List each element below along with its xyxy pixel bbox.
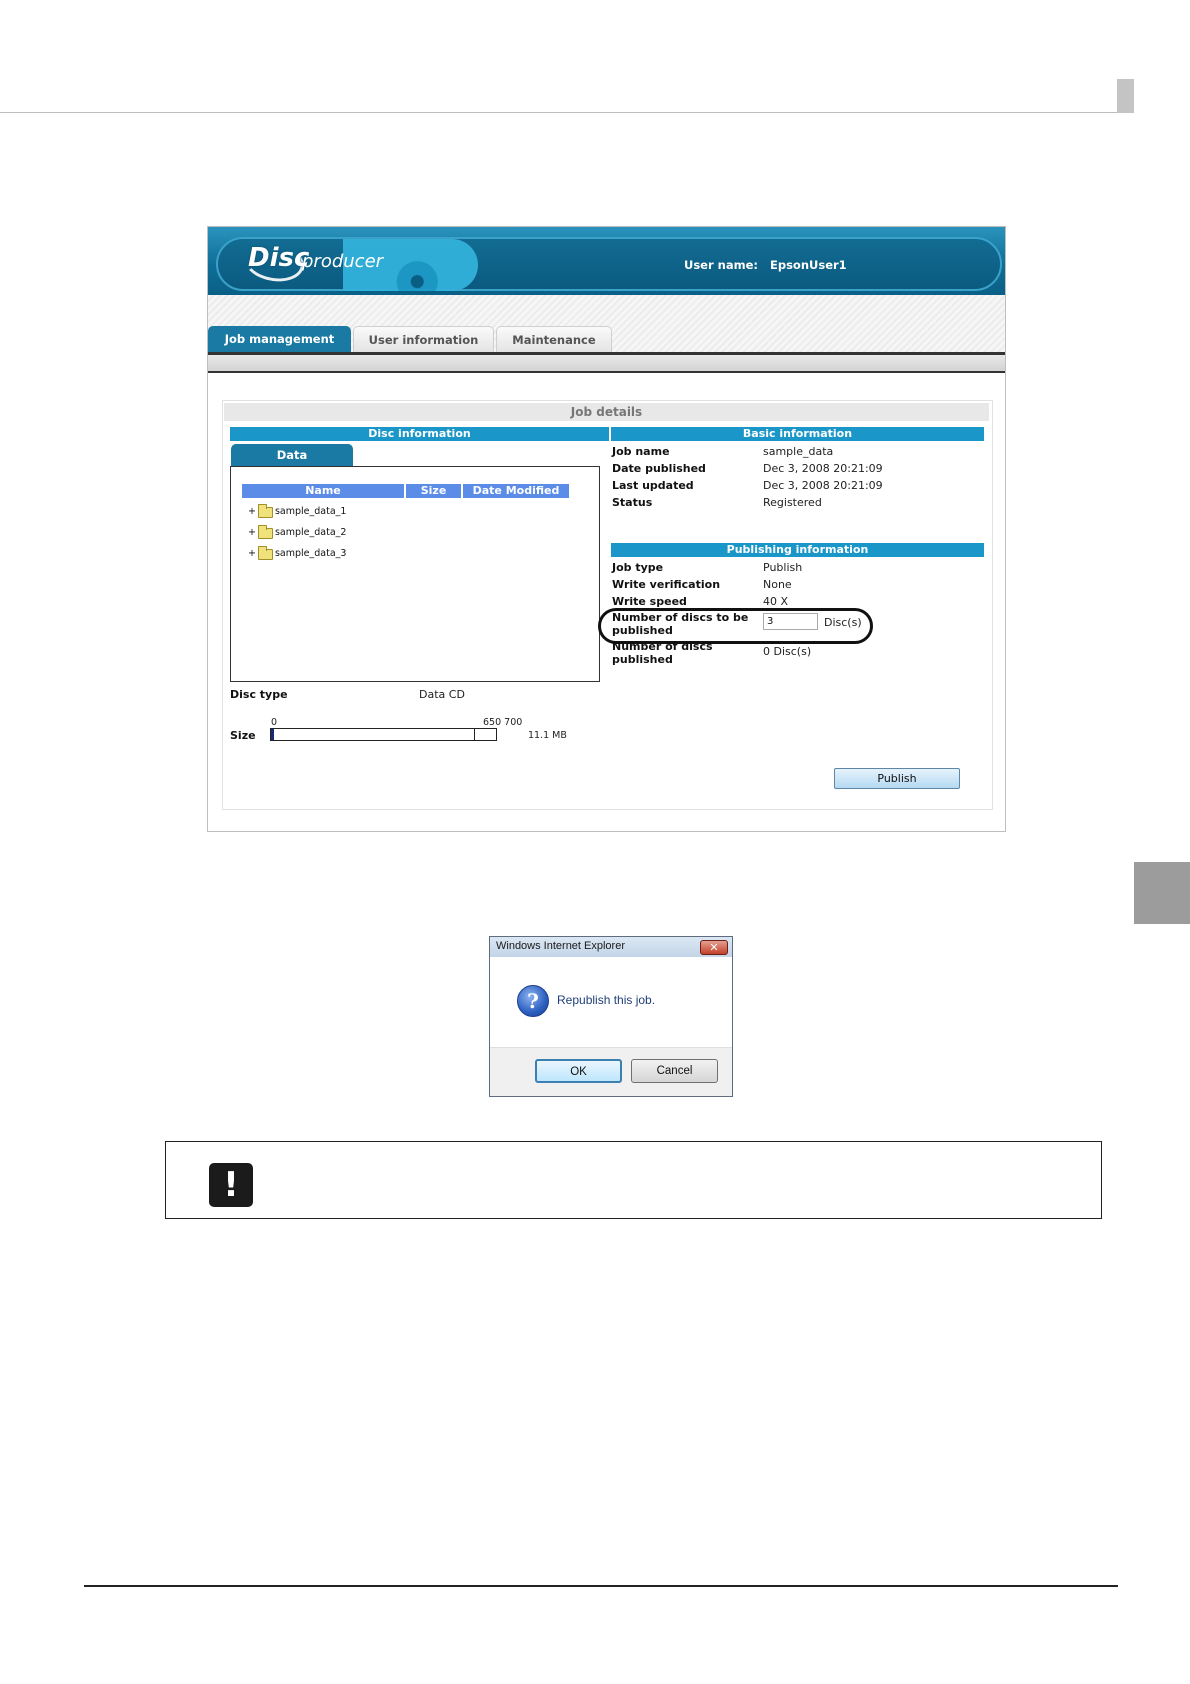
expand-icon[interactable]: + bbox=[248, 526, 256, 540]
folder-icon bbox=[257, 545, 273, 560]
job-type-value: Publish bbox=[763, 561, 803, 574]
file-name: sample_data_3 bbox=[274, 548, 347, 559]
expand-icon[interactable]: + bbox=[248, 547, 256, 561]
dialog-title: Windows Internet Explorer bbox=[496, 940, 625, 952]
chapter-side-tab bbox=[1134, 862, 1190, 924]
write-verification-label: Write verification bbox=[612, 578, 721, 591]
user-name-label: User name: bbox=[684, 258, 758, 272]
status-label: Status bbox=[612, 496, 653, 509]
tab-job-management[interactable]: Job management bbox=[208, 326, 351, 352]
column-header-name[interactable]: Name bbox=[242, 484, 404, 498]
status-value: Registered bbox=[763, 496, 822, 509]
app-banner: Disc producer User name: EpsonUser1 bbox=[208, 227, 1005, 295]
folder-icon bbox=[257, 503, 273, 518]
basic-information-header: Basic information bbox=[611, 427, 984, 441]
column-header-date-modified[interactable]: Date Modified bbox=[463, 484, 569, 498]
column-header-size[interactable]: Size bbox=[406, 484, 461, 498]
size-scale-end: 650 700 bbox=[483, 717, 523, 728]
list-item[interactable]: + sample_data_1 bbox=[248, 503, 347, 519]
date-published-value: Dec 3, 2008 20:21:09 bbox=[763, 462, 883, 475]
job-type-label: Job type bbox=[612, 561, 664, 574]
capacity-marker bbox=[474, 728, 475, 741]
list-item[interactable]: + sample_data_3 bbox=[248, 545, 347, 561]
disc-type-value: Data CD bbox=[419, 688, 465, 701]
caution-icon: ! bbox=[209, 1163, 253, 1207]
close-icon[interactable]: ✕ bbox=[700, 940, 728, 955]
caution-note-box bbox=[165, 1141, 1102, 1219]
publishing-information-header: Publishing information bbox=[611, 543, 984, 557]
write-verification-value: None bbox=[763, 578, 792, 591]
footer-rule bbox=[84, 1585, 1118, 1587]
folder-icon bbox=[257, 524, 273, 539]
tab-data[interactable]: Data bbox=[231, 444, 353, 466]
last-updated-value: Dec 3, 2008 20:21:09 bbox=[763, 479, 883, 492]
user-name-value: EpsonUser1 bbox=[770, 258, 847, 272]
confirm-dialog: Windows Internet Explorer ✕ ? Republish … bbox=[489, 936, 733, 1097]
list-item[interactable]: + sample_data_2 bbox=[248, 524, 347, 540]
write-speed-label: Write speed bbox=[612, 595, 687, 608]
job-details-title: Job details bbox=[224, 403, 989, 421]
size-label: Size bbox=[230, 729, 256, 742]
disc-size-meter bbox=[270, 728, 497, 741]
file-list-box bbox=[230, 466, 600, 682]
header-rule bbox=[0, 112, 1133, 113]
disc-information-header: Disc information bbox=[230, 427, 609, 441]
expand-icon[interactable]: + bbox=[248, 505, 256, 519]
dialog-message: Republish this job. bbox=[557, 993, 656, 1007]
publish-button[interactable]: Publish bbox=[834, 768, 960, 789]
ok-button[interactable]: OK bbox=[535, 1059, 622, 1083]
discs-to-publish-input[interactable]: 3 bbox=[763, 613, 818, 630]
discs-to-publish-label-line1: Number of discs to be bbox=[612, 611, 749, 624]
size-value: 11.1 MB bbox=[528, 730, 567, 741]
disc-producer-window: Disc producer User name: EpsonUser1 Job … bbox=[207, 226, 1006, 832]
tab-maintenance[interactable]: Maintenance bbox=[496, 326, 612, 352]
logo-disc-text: Disc bbox=[248, 243, 310, 273]
last-updated-label: Last updated bbox=[612, 479, 694, 492]
date-published-label: Date published bbox=[612, 462, 706, 475]
cancel-button[interactable]: Cancel bbox=[631, 1059, 718, 1083]
sub-nav-strip bbox=[208, 355, 1005, 373]
discs-published-label-line1: Number of discs bbox=[612, 640, 713, 653]
discs-to-publish-label-line2: published bbox=[612, 624, 673, 637]
job-name-value: sample_data bbox=[763, 445, 834, 458]
logo-producer-text: producer bbox=[302, 251, 384, 272]
size-scale-start: 0 bbox=[271, 717, 278, 728]
write-speed-value: 40 X bbox=[763, 595, 789, 608]
file-name: sample_data_1 bbox=[274, 506, 347, 517]
page-edge-marker bbox=[1117, 79, 1134, 113]
disc-size-fill bbox=[271, 729, 274, 740]
job-name-label: Job name bbox=[612, 445, 670, 458]
discs-published-label-line2: published bbox=[612, 653, 673, 666]
tab-user-information[interactable]: User information bbox=[353, 326, 494, 352]
discs-published-value: 0 Disc(s) bbox=[763, 645, 812, 658]
question-icon: ? bbox=[517, 985, 549, 1017]
disc-type-label: Disc type bbox=[230, 688, 288, 701]
discs-unit-label: Disc(s) bbox=[824, 616, 862, 629]
file-name: sample_data_2 bbox=[274, 527, 347, 538]
